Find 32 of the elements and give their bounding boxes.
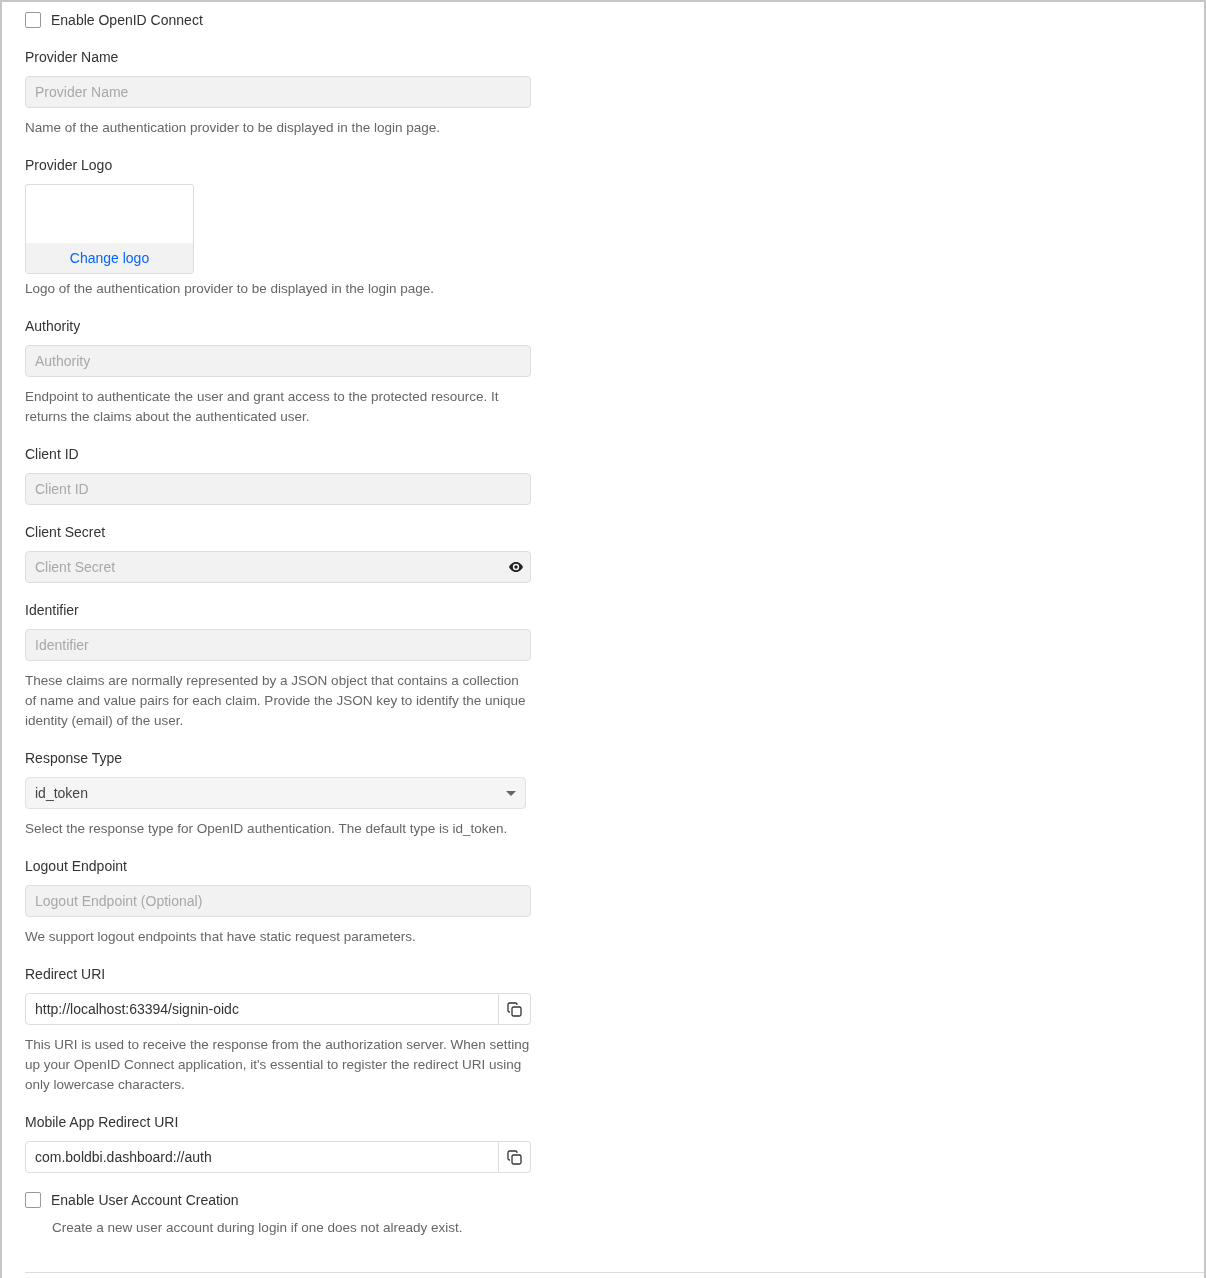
input-field[interactable]: http://localhost:63394/signin-oidc	[25, 993, 499, 1025]
dropdown[interactable]: id_token	[25, 777, 526, 809]
help-text: This URI is used to receive the response from the authorization server. When setting up your OpenID Connect application, it's essential to register the redirect URI using only lowercase characters.	[25, 1036, 531, 1094]
field-label: Authority	[25, 317, 82, 336]
field-label: Response Type	[25, 749, 124, 768]
copy-icon	[507, 1001, 522, 1017]
caret-icon	[506, 790, 516, 796]
field-label: Mobile App Redirect URI	[25, 1113, 180, 1132]
field-label: Redirect URI	[25, 965, 107, 984]
change-logo-button[interactable]: Change logo	[26, 243, 193, 273]
help-text: Select the response type for OpenID authentication. The default type is id_token.	[25, 820, 509, 838]
checkbox[interactable]	[25, 1192, 41, 1208]
field-label: Provider Name	[25, 48, 120, 67]
help-text: Logo of the authentication provider to be displayed in the login page.	[25, 280, 436, 298]
help-text: Create a new user account during login if one does not already exist.	[52, 1219, 464, 1237]
field-label: Logout Endpoint	[25, 857, 128, 876]
checkbox[interactable]	[25, 12, 41, 28]
copy-button[interactable]	[499, 993, 531, 1025]
eye-icon[interactable]	[509, 562, 523, 572]
copy-button[interactable]	[499, 1141, 531, 1173]
help-text: We support logout endpoints that have static request parameters.	[25, 928, 417, 946]
input-field[interactable]: com.boldbi.dashboard://auth	[25, 1141, 499, 1173]
checkbox-label: Enable OpenID Connect	[51, 11, 203, 30]
help-text: Endpoint to authenticate the user and grant access to the protected resource. It returns the claims about the authenticated user.	[25, 388, 500, 426]
field-label: Provider Logo	[25, 156, 114, 175]
checkbox-label: Enable User Account Creation	[51, 1191, 239, 1210]
field-label: Client ID	[25, 445, 80, 464]
help-text: Name of the authentication provider to be displayed in the login page.	[25, 119, 442, 137]
field-label: Client Secret	[25, 523, 107, 542]
help-text: These claims are normally represented by a JSON object that contains a collection of name and value pairs for each claim. Provide the JSON key to identify the unique identity (email) of the user.	[25, 672, 527, 730]
copy-icon	[507, 1149, 522, 1165]
field-label: Identifier	[25, 601, 80, 620]
